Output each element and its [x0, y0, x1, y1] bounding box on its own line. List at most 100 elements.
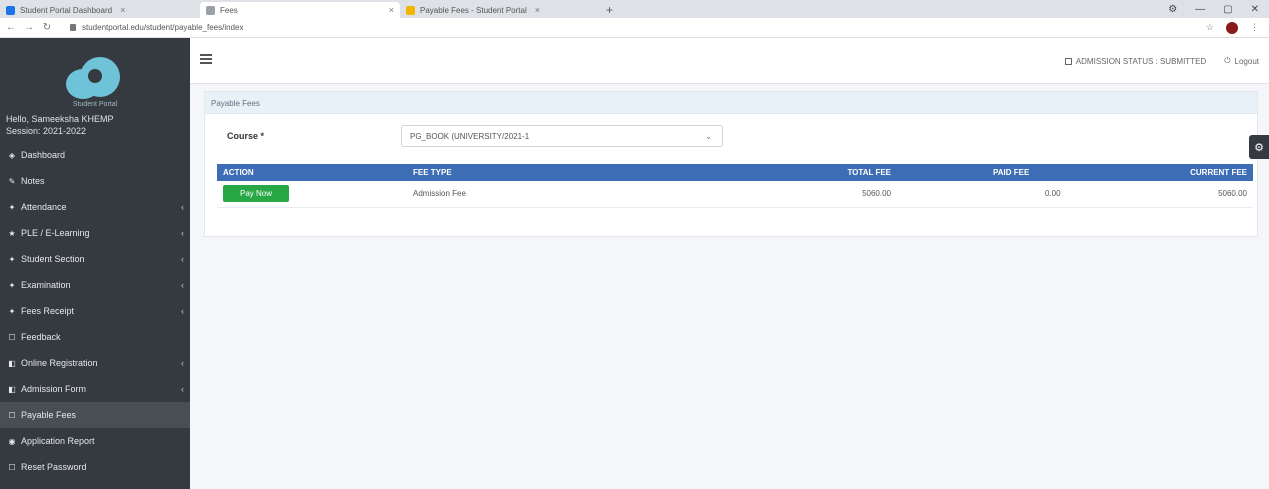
settings-gear-icon[interactable]: ⚙	[1249, 135, 1269, 159]
action-cell: Pay Now	[217, 181, 407, 208]
reload-icon[interactable]: ↻	[40, 22, 54, 33]
table-row: Pay Now Admission Fee 5060.00 0.00 5060.…	[217, 181, 1253, 208]
sidebar-item-feedback[interactable]: ☐ Feedback	[0, 324, 190, 350]
browser-tab-2[interactable]: Fees ×	[200, 2, 400, 18]
sidebar-item-fees-receipt[interactable]: ✦ Fees Receipt ‹	[0, 298, 190, 324]
sidebar-item-application-report[interactable]: ◉ Application Report	[0, 428, 190, 454]
dashboard-icon: ◈	[8, 150, 16, 160]
admission-status: ADMISSION STATUS : SUBMITTED	[1064, 56, 1207, 66]
col-fee-type: FEE TYPE	[407, 164, 757, 181]
payable-fees-card: Payable Fees Course * PG_BOOK (UNIVERSIT…	[204, 91, 1258, 237]
tab-close-icon[interactable]: ×	[535, 5, 540, 15]
new-tab-icon[interactable]: +	[600, 2, 619, 18]
tab-close-icon[interactable]: ×	[120, 5, 125, 15]
col-total-fee: TOTAL FEE	[757, 164, 897, 181]
maximize-icon[interactable]: ▢	[1223, 4, 1232, 15]
col-action: ACTION	[217, 164, 407, 181]
lock-icon	[70, 24, 76, 31]
payable-fees-icon: ☐	[8, 410, 16, 420]
chevron-left-icon: ‹	[181, 228, 184, 238]
course-row: Course * PG_BOOK (UNIVERSITY/2021-1 ⌄	[227, 125, 723, 147]
top-navbar: ADMISSION STATUS : SUBMITTED ⏻ Logout	[190, 38, 1269, 84]
session-label: Session: 2021-2022	[6, 126, 87, 136]
table-header-row: ACTION FEE TYPE TOTAL FEE PAID FEE CURRE…	[217, 164, 1253, 181]
sidebar-item-label: Student Section	[21, 254, 85, 264]
sidebar-item-label: Admission Form	[21, 384, 87, 394]
sidebar-item-student-section[interactable]: ✦ Student Section ‹	[0, 246, 190, 272]
admission-form-icon: ◧	[8, 384, 16, 394]
sidebar-item-reset-password[interactable]: ☐ Reset Password	[0, 454, 190, 480]
paid-fee-cell: 0.00	[897, 181, 1067, 208]
sidebar: Student Portal Hello, Sameeksha KHEMP Se…	[0, 38, 190, 489]
e-learning-icon: ★	[8, 228, 16, 238]
reset-password-icon: ☐	[8, 462, 16, 472]
sidebar-item-admission-form[interactable]: ◧ Admission Form ‹	[0, 376, 190, 402]
examination-icon: ✦	[8, 280, 16, 290]
tab-label: Fees	[220, 5, 238, 15]
sidebar-item-examination[interactable]: ✦ Examination ‹	[0, 272, 190, 298]
col-current-fee: CURRENT FEE	[1066, 164, 1253, 181]
course-label: Course *	[227, 131, 265, 141]
hamburger-menu-icon[interactable]	[200, 54, 212, 64]
sidebar-item-label: PLE / E-Learning	[21, 228, 90, 238]
logo-text: Student Portal	[72, 101, 118, 108]
sidebar-item-label: Examination	[21, 280, 71, 290]
extension-icon[interactable]: ⚙	[1168, 4, 1177, 15]
minimize-icon[interactable]: —	[1195, 4, 1205, 15]
total-fee-cell: 5060.00	[757, 181, 897, 208]
browser-tab-3[interactable]: Payable Fees - Student Portal ×	[400, 2, 600, 18]
tab-favicon-icon	[206, 5, 215, 15]
sidebar-item-label: Feedback	[21, 332, 61, 342]
chevron-left-icon: ‹	[181, 280, 184, 290]
admission-status-text: ADMISSION STATUS : SUBMITTED	[1075, 56, 1207, 66]
status-icon	[1064, 57, 1072, 65]
chevron-left-icon: ‹	[181, 306, 184, 316]
sidebar-item-dashboard[interactable]: ◈ Dashboard	[0, 142, 190, 168]
sidebar-item-label: Attendance	[21, 202, 67, 212]
logout-icon: ⏻	[1224, 56, 1231, 65]
profile-avatar[interactable]	[1226, 21, 1238, 34]
tab-favicon-icon	[406, 5, 415, 15]
bookmark-star-icon[interactable]: ☆	[1206, 22, 1214, 33]
course-select[interactable]: PG_BOOK (UNIVERSITY/2021-1 ⌄	[401, 125, 723, 147]
forward-icon[interactable]: →	[22, 22, 36, 33]
browser-tab-1[interactable]: Student Portal Dashboard ×	[0, 2, 200, 18]
sidebar-item-online-registration[interactable]: ◧ Online Registration ‹	[0, 350, 190, 376]
attendance-icon: ✦	[8, 202, 16, 212]
close-window-icon[interactable]: ✕	[1251, 4, 1259, 15]
card-title: Payable Fees	[205, 92, 1257, 114]
chevron-left-icon: ‹	[181, 358, 184, 368]
sidebar-item-label: Payable Fees	[21, 410, 77, 420]
url-field[interactable]: studentportal.edu/student/payable_fees/i…	[70, 23, 243, 32]
tab-favicon-icon	[6, 5, 15, 15]
student-section-icon: ✦	[8, 254, 16, 264]
browser-tab-bar: Student Portal Dashboard × Fees × Payabl…	[0, 0, 1269, 18]
logout-label: Logout	[1234, 56, 1259, 66]
chevron-left-icon: ‹	[181, 254, 184, 264]
fee-table: ACTION FEE TYPE TOTAL FEE PAID FEE CURRE…	[217, 164, 1253, 208]
browser-menu-icon[interactable]: ⋮	[1250, 22, 1259, 33]
user-name: Hello, Sameeksha KHEMP	[6, 114, 114, 124]
registration-icon: ◧	[8, 358, 16, 368]
sidebar-item-e-learning[interactable]: ★ PLE / E-Learning ‹	[0, 220, 190, 246]
cloud-logo-icon	[60, 55, 130, 99]
fees-receipt-icon: ✦	[8, 306, 16, 316]
sidebar-item-label: Reset Password	[21, 462, 87, 472]
logout-link[interactable]: ⏻ Logout	[1224, 56, 1259, 66]
sidebar-item-label: Notes	[21, 176, 45, 186]
chevron-left-icon: ‹	[181, 384, 184, 394]
url-text: studentportal.edu/student/payable_fees/i…	[82, 23, 244, 32]
tab-label: Payable Fees - Student Portal	[420, 5, 527, 15]
sidebar-item-payable-fees[interactable]: ☐ Payable Fees	[0, 402, 190, 428]
pay-now-button[interactable]: Pay Now	[223, 185, 289, 203]
brand-logo[interactable]: Student Portal	[0, 38, 190, 112]
tab-close-icon[interactable]: ×	[389, 5, 394, 15]
sidebar-item-notes[interactable]: ✎ Notes	[0, 168, 190, 194]
fee-type-cell: Admission Fee	[407, 181, 757, 208]
sidebar-item-attendance[interactable]: ✦ Attendance ‹	[0, 194, 190, 220]
feedback-icon: ☐	[8, 332, 16, 342]
back-icon[interactable]: ←	[4, 22, 18, 33]
sidebar-item-label: Dashboard	[21, 150, 66, 160]
sidebar-item-label: Fees Receipt	[21, 306, 75, 316]
col-paid-fee: PAID FEE	[897, 164, 1067, 181]
